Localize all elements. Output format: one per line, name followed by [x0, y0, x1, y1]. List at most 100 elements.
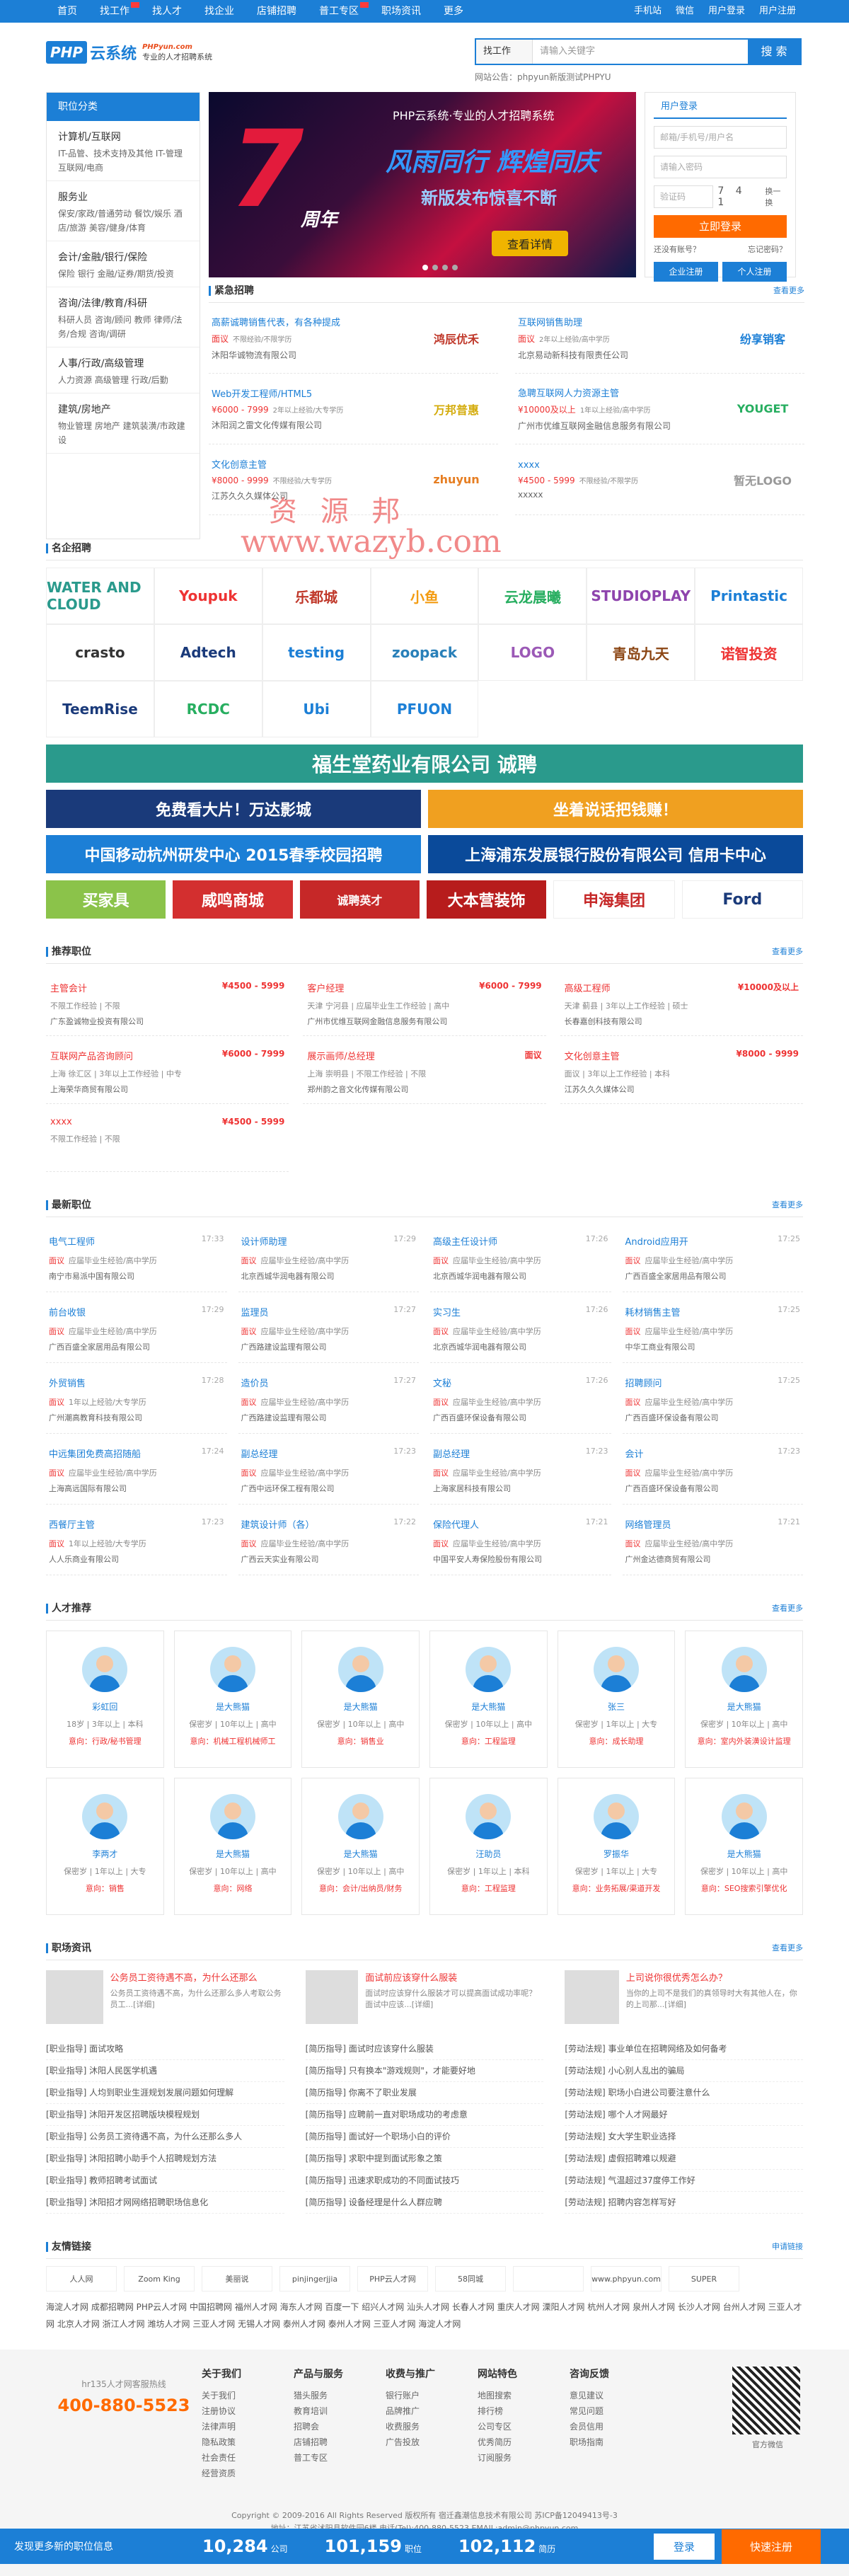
captcha-refresh-link[interactable]: 换一换: [765, 185, 787, 208]
footer-link[interactable]: 普工专区: [294, 2450, 386, 2466]
famous-company-logo[interactable]: RCDC: [154, 681, 262, 737]
famous-company-logo[interactable]: Youpuk: [154, 568, 262, 624]
talent-name[interactable]: 是大熊猫: [686, 1701, 802, 1713]
username-input[interactable]: 邮箱/手机号/用户名: [654, 126, 787, 149]
nav-find-talent[interactable]: 找人才: [141, 0, 193, 23]
friends-apply-link[interactable]: 申请链接: [772, 2241, 803, 2252]
job-company[interactable]: 广州金达德商贸有限公司: [625, 1553, 801, 1565]
newest-job-card[interactable]: 副总经理 17:23 面议 应届毕业生经验/高中学历 广西中远环保工程有限公司: [238, 1434, 419, 1505]
wechat-link[interactable]: 微信: [669, 0, 701, 23]
job-company[interactable]: 广州潮高教育科技有限公司: [49, 1412, 224, 1423]
category-sub[interactable]: 保险 银行 金融/证券/期货/投资: [58, 267, 188, 281]
company-logo[interactable]: 暂无LOGO: [724, 462, 802, 498]
friend-logo[interactable]: www.phpyun.com: [591, 2266, 662, 2292]
job-company[interactable]: 上海家居科技有限公司: [433, 1483, 608, 1494]
newest-job-card[interactable]: 前台收银 17:29 面议 应届毕业生经验/高中学历 广西百盛全家居用品有限公司: [46, 1292, 227, 1363]
job-title[interactable]: 展示画师/总经理: [307, 1049, 374, 1062]
job-company[interactable]: 广西百盛环保设备有限公司: [625, 1483, 801, 1494]
news-top-item[interactable]: 上司说你很优秀怎么办？ 当你的上司不是我们的真领导时大有其他人在，你的上司那...…: [565, 1970, 803, 2030]
news-item[interactable]: [职业指导] 面试攻略: [46, 2038, 284, 2060]
news-item[interactable]: [劳动法规] 哪个人才网最好: [565, 2104, 803, 2126]
talent-name[interactable]: 是大熊猫: [175, 1848, 291, 1860]
news-item[interactable]: [职业指导] 沐阳人民医学机遇: [46, 2060, 284, 2082]
newest-job-card[interactable]: 造价员 17:27 面议 应届毕业生经验/高中学历 广西路建设监理有限公司: [238, 1363, 419, 1434]
urgent-job-title[interactable]: Web开发工程师/HTML5: [212, 386, 343, 400]
job-company[interactable]: 北京西城华润电器有限公司: [241, 1270, 417, 1282]
search-type-select[interactable]: 找工作: [476, 40, 533, 64]
job-company[interactable]: 北京西城华润电器有限公司: [433, 1270, 608, 1282]
category-group[interactable]: 建筑/房地产物业管理 房地产 建筑装潢/市政建设: [47, 393, 200, 454]
job-company[interactable]: 广西云天实业有限公司: [241, 1553, 417, 1565]
famous-company-logo[interactable]: STUDIOPLAY: [587, 568, 695, 624]
urgent-job-card[interactable]: xxxx ¥4500 - 5999 不限经验/不限学历 xxxxx 暂无LOGO: [515, 444, 804, 515]
newest-job-card[interactable]: 会计 17:23 面议 应届毕业生经验/高中学历 广西百盛环保设备有限公司: [622, 1434, 803, 1505]
captcha-image[interactable]: 7 4 1: [717, 185, 761, 208]
footer-link[interactable]: 职场指南: [570, 2434, 662, 2450]
job-title[interactable]: 建筑设计师（各）: [241, 1517, 315, 1531]
job-title[interactable]: 高级主任设计师: [433, 1234, 497, 1248]
talent-card[interactable]: 彩虹回 18岁 | 3年以上 | 本科 意向：行政/秘书管理: [46, 1631, 164, 1768]
talent-card[interactable]: 是大熊猫 保密岁 | 10年以上 | 高中 意向：SEO搜索引擎优化: [685, 1778, 803, 1915]
news-item[interactable]: [简历指导] 只有换本"游戏规则"，才能要好地: [305, 2060, 544, 2082]
news-item[interactable]: [职业指导] 公务员工资待遇不高，为什么还那么多人: [46, 2126, 284, 2148]
urgent-job-card[interactable]: Web开发工程师/HTML5 ¥6000 - 7999 2年以上经验/大专学历 沐阳润…: [209, 374, 498, 444]
job-company[interactable]: 广西路建设监理有限公司: [241, 1341, 417, 1352]
ad-banner-fushengtang[interactable]: 福生堂药业有限公司 诚聘: [46, 744, 803, 783]
job-title[interactable]: 文秘: [433, 1376, 451, 1389]
bottom-login-button[interactable]: 登录: [653, 2533, 715, 2560]
famous-company-logo[interactable]: Printastic: [695, 568, 803, 624]
job-title[interactable]: xxxx: [50, 1117, 72, 1127]
urgent-job-company[interactable]: 沐阳华诚物流有限公司: [212, 349, 340, 361]
category-sub[interactable]: 物业管理 房地产 建筑装潢/市政建设: [58, 419, 188, 447]
news-item[interactable]: [劳动法规] 女大学生职业选择: [565, 2126, 803, 2148]
talent-card[interactable]: 罗振华 保密岁 | 1年以上 | 大专 意向：业务拓展/渠道开发: [557, 1778, 676, 1915]
news-item[interactable]: [简历指导] 面试好一个职场小白的评价: [305, 2126, 544, 2148]
talent-name[interactable]: 张三: [558, 1701, 675, 1713]
nav-find-job[interactable]: 找工作: [88, 0, 141, 23]
news-thumbnail[interactable]: [46, 1970, 103, 2024]
category-sub[interactable]: 保安/家政/普通劳动 餐饮/娱乐 酒店/旅游 美容/健身/体育: [58, 207, 188, 235]
ad-banner-weiming[interactable]: 威鸣商城: [173, 880, 293, 919]
banner-detail-button[interactable]: 查看详情: [492, 231, 569, 256]
job-company[interactable]: 上海高远国际有限公司: [49, 1483, 224, 1494]
footer-link[interactable]: 会员信用: [570, 2419, 662, 2434]
urgent-more-link[interactable]: 查看更多: [773, 284, 804, 296]
famous-company-logo[interactable]: testing: [262, 624, 371, 681]
job-title[interactable]: 副总经理: [433, 1447, 470, 1460]
newest-job-card[interactable]: 耗材销售主管 17:25 面议 应届毕业生经验/高中学历 中华工商业有限公司: [622, 1292, 803, 1363]
category-title[interactable]: 建筑/房地产: [58, 402, 188, 416]
job-company[interactable]: 广西百盛全家居用品有限公司: [625, 1270, 801, 1282]
urgent-job-company[interactable]: 广州市优维互联网金融信息服务有限公司: [518, 420, 671, 432]
famous-company-logo[interactable]: PFUON: [370, 681, 479, 737]
job-company[interactable]: 上海荣华商贸有限公司: [50, 1083, 284, 1095]
job-title[interactable]: 客户经理: [307, 981, 344, 994]
talent-card[interactable]: 李两才 保密岁 | 1年以上 | 大专 意向：销售: [46, 1778, 164, 1915]
job-company[interactable]: 广西路建设监理有限公司: [241, 1412, 417, 1423]
newest-job-card[interactable]: Android应用开 17:25 面议 应届毕业生经验/高中学历 广西百盛全家居用品有限…: [622, 1221, 803, 1292]
ad-banner-earn[interactable]: 坐着说话把钱赚！: [428, 790, 803, 828]
footer-link[interactable]: 注册协议: [202, 2403, 294, 2419]
newest-job-card[interactable]: 建筑设计师（各） 17:22 面议 应届毕业生经验/高中学历 广西云天实业有限公司: [238, 1505, 419, 1575]
famous-company-logo[interactable]: Ubi: [262, 681, 371, 737]
nav-store-recruit[interactable]: 店铺招聘: [246, 0, 308, 23]
urgent-job-company[interactable]: 北京易动新科技有限责任公司: [518, 349, 628, 361]
news-top-title[interactable]: 公务员工资待遇不高，为什么还那么: [110, 1970, 284, 1984]
friend-logo[interactable]: 人人网: [46, 2266, 117, 2292]
nav-more[interactable]: 更多: [432, 0, 475, 23]
urgent-job-title[interactable]: 互联网销售助理: [518, 315, 628, 328]
category-title[interactable]: 计算机/互联网: [58, 130, 188, 144]
job-title[interactable]: 会计: [625, 1447, 644, 1460]
job-title[interactable]: 耗材销售主管: [625, 1305, 681, 1318]
news-more-link[interactable]: 查看更多: [772, 1942, 803, 1953]
job-company[interactable]: 人人乐商业有限公司: [49, 1553, 224, 1565]
forgot-password-link[interactable]: 忘记密码？: [748, 243, 787, 255]
talent-name[interactable]: 是大熊猫: [686, 1848, 802, 1860]
newest-job-card[interactable]: 电气工程师 17:33 面议 应届毕业生经验/高中学历 南宁市易派中国有限公司: [46, 1221, 227, 1292]
talent-name[interactable]: 罗振华: [558, 1848, 675, 1860]
urgent-job-card[interactable]: 互联网销售助理 面议 2年以上经验/高中学历 北京易动新科技有限责任公司 纷享销客: [515, 303, 804, 374]
friend-logo[interactable]: Zoom King: [124, 2266, 195, 2292]
famous-company-logo[interactable]: 云龙晨曦: [478, 568, 587, 624]
friend-logo[interactable]: 58同城: [435, 2266, 506, 2292]
news-item[interactable]: [劳动法规] 虚假招聘难以规避: [565, 2148, 803, 2170]
job-title[interactable]: 设计师助理: [241, 1234, 287, 1248]
